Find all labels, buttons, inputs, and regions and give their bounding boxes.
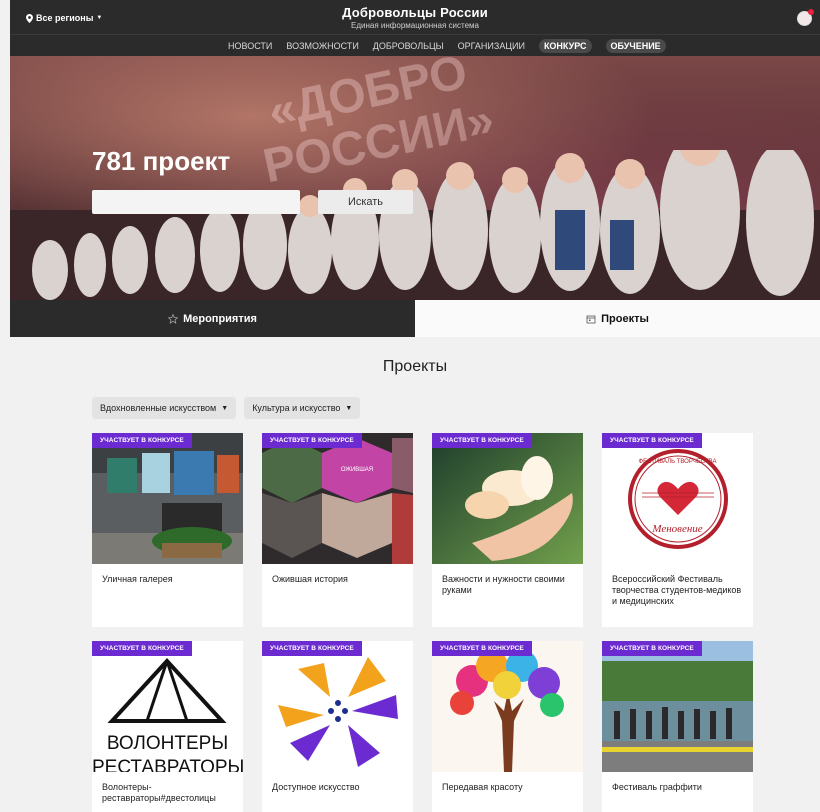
project-card[interactable]: УЧАСТВУЕТ В КОНКУРСЕ ОЖИВШАЯ Ожившая ист… xyxy=(262,433,413,627)
project-card[interactable]: УЧАСТВУЕТ В КОНКУРСЕ Важности и нужности… xyxy=(432,433,583,627)
filter-category-label: Вдохновленные искусством xyxy=(100,403,217,413)
contest-badge: УЧАСТВУЕТ В КОНКУРСЕ xyxy=(92,433,192,448)
restorers-image-text-1: ВОЛОНТЕРЫ xyxy=(106,733,229,754)
filter-bar: Вдохновленные искусством ▼ Культура и ис… xyxy=(92,397,361,419)
chevron-down-icon: ▼ xyxy=(221,404,229,412)
nav-item-news[interactable]: НОВОСТИ xyxy=(228,39,272,53)
contest-badge: УЧАСТВУЕТ В КОНКУРСЕ xyxy=(602,433,702,448)
nav-item-contest[interactable]: КОНКУРС xyxy=(538,39,592,53)
tab-projects-label: Проекты xyxy=(601,312,649,325)
graffiti-festival-image xyxy=(602,641,753,772)
project-image: УЧАСТВУЕТ В КОНКУРСЕ ВОЛОНТЕРЫ РЕСТАВРАТ… xyxy=(92,641,243,772)
project-image: УЧАСТВУЕТ В КОНКУРСЕ ФЕСТИВАЛЬ ТВОРЧЕСТВ… xyxy=(602,433,753,564)
project-title: Передавая красоту xyxy=(442,782,523,792)
nav-item-learning[interactable]: ОБУЧЕНИЕ xyxy=(605,39,666,53)
restorers-image-text-2: РЕСТАВРАТОРЫ xyxy=(92,757,243,772)
search-input[interactable] xyxy=(92,190,300,214)
project-count: 781 проект xyxy=(92,146,231,176)
festival-logo-text: Меновение xyxy=(652,523,703,535)
user-avatar-icon[interactable] xyxy=(797,9,814,26)
project-card[interactable]: УЧАСТВУЕТ В КОНКУРСЕ Фестиваль граффити xyxy=(602,641,753,812)
project-image: УЧАСТВУЕТ В КОНКУРСЕ xyxy=(262,641,413,772)
street-gallery-image xyxy=(92,433,243,564)
hero-banner: «ДОБРО РОССИИ» 781 проект Искать xyxy=(10,56,820,300)
contest-badge: УЧАСТВУЕТ В КОНКУРСЕ xyxy=(602,641,702,656)
contest-badge: УЧАСТВУЕТ В КОНКУРСЕ xyxy=(432,641,532,656)
nav-item-opportunities[interactable]: ВОЗМОЖНОСТИ xyxy=(286,39,358,53)
project-title: Ожившая история xyxy=(272,574,348,584)
project-title: Уличная галерея xyxy=(102,574,173,584)
contest-badge: УЧАСТВУЕТ В КОНКУРСЕ xyxy=(262,641,362,656)
project-image: УЧАСТВУЕТ В КОНКУРСЕ ОЖИВШАЯ xyxy=(262,433,413,564)
project-image: УЧАСТВУЕТ В КОНКУРСЕ xyxy=(602,641,753,772)
tab-events-label: Мероприятия xyxy=(183,312,257,325)
chevron-down-icon: ▼ xyxy=(345,404,353,412)
project-card[interactable]: УЧАСТВУЕТ В КОНКУРСЕ ФЕСТИВАЛЬ ТВОРЧЕСТВ… xyxy=(602,433,753,627)
contest-badge: УЧАСТВУЕТ В КОНКУРСЕ xyxy=(432,433,532,448)
project-grid: УЧАСТВУЕТ В КОНКУРСЕ Уличная галерея УЧА… xyxy=(92,433,753,812)
page: Все регионы ▼ Добровольцы России Единая … xyxy=(0,0,820,812)
tab-bar: Мероприятия Проекты xyxy=(10,300,820,337)
brand-title: Добровольцы России xyxy=(342,5,488,20)
project-image: УЧАСТВУЕТ В КОНКУРСЕ xyxy=(432,641,583,772)
living-history-image: ОЖИВШАЯ xyxy=(262,433,413,564)
tab-events[interactable]: Мероприятия xyxy=(10,300,415,337)
calendar-icon xyxy=(586,315,596,323)
festival-logo-ring-text: ФЕСТИВАЛЬ ТВОРЧЕСТВА xyxy=(638,459,717,465)
project-title: Всероссийский Фестиваль творчества студе… xyxy=(612,574,742,606)
project-title: Важности и нужности своими руками xyxy=(442,574,565,595)
festival-logo-image xyxy=(602,433,753,564)
project-title: Волонтеры-реставраторы#двестолицы xyxy=(102,782,216,803)
nav-item-volunteers[interactable]: ДОБРОВОЛЬЦЫ xyxy=(373,39,444,53)
nav-item-organizations[interactable]: ОРГАНИЗАЦИИ xyxy=(458,39,525,53)
search-button[interactable]: Искать xyxy=(318,190,413,214)
filter-direction-label: Культура и искусство xyxy=(252,403,341,413)
contest-badge: УЧАСТВУЕТ В КОНКУРСЕ xyxy=(262,433,362,448)
star-icon xyxy=(168,313,179,324)
project-image: УЧАСТВУЕТ В КОНКУРСЕ xyxy=(92,433,243,564)
brand[interactable]: Добровольцы России Единая информационная… xyxy=(10,5,820,30)
filter-category[interactable]: Вдохновленные искусством ▼ xyxy=(92,397,237,419)
svg-text:ОЖИВШАЯ: ОЖИВШАЯ xyxy=(341,467,373,473)
project-card[interactable]: УЧАСТВУЕТ В КОНКУРСЕ Уличная галерея xyxy=(92,433,243,627)
accessible-art-logo-image xyxy=(262,641,413,772)
contest-badge: УЧАСТВУЕТ В КОНКУРСЕ xyxy=(92,641,192,656)
filter-direction[interactable]: Культура и искусство ▼ xyxy=(244,397,361,419)
project-card[interactable]: УЧАСТВУЕТ В КОНКУРСЕ Передавая красоту xyxy=(432,641,583,812)
main-nav: НОВОСТИ ВОЗМОЖНОСТИ ДОБРОВОЛЬЦЫ ОРГАНИЗА… xyxy=(10,34,820,56)
colorful-tree-image xyxy=(432,641,583,772)
project-card[interactable]: УЧАСТВУЕТ В КОНКУРСЕ Доступное искусство xyxy=(262,641,413,812)
project-image: УЧАСТВУЕТ В КОНКУРСЕ xyxy=(432,433,583,564)
section-title: Проекты xyxy=(382,358,448,375)
project-title: Фестиваль граффити xyxy=(612,782,702,792)
tab-projects[interactable]: Проекты xyxy=(415,300,820,337)
project-card[interactable]: УЧАСТВУЕТ В КОНКУРСЕ ВОЛОНТЕРЫ РЕСТАВРАТ… xyxy=(92,641,243,812)
top-bar: Все регионы ▼ Добровольцы России Единая … xyxy=(10,0,820,34)
brand-subtitle: Единая информационная система xyxy=(351,21,479,30)
project-title: Доступное искусство xyxy=(272,782,360,792)
butterfly-hand-image xyxy=(432,433,583,564)
